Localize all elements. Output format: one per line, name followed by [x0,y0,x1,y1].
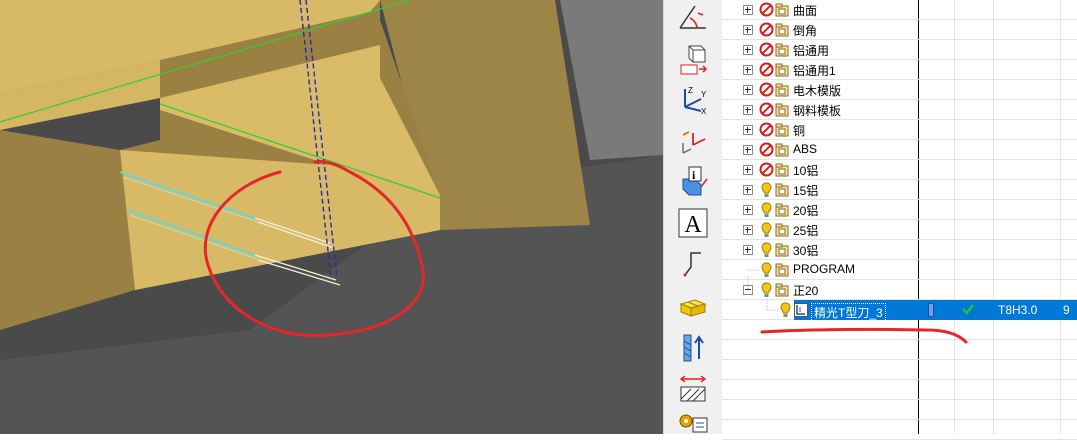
text-icon[interactable]: A [677,207,709,239]
svg-text:Z: Z [688,86,693,95]
polyline-icon[interactable] [677,247,709,279]
tool-direction-icon[interactable] [677,331,709,363]
svg-text:A: A [684,212,702,238]
entity-info-icon[interactable]: i [677,165,709,197]
vertical-toolbar: Z Y X i A [663,0,723,434]
empty-row [722,380,1077,400]
empty-row [722,400,1077,420]
empty-row [722,360,1077,380]
transform-coordinate-icon[interactable] [677,125,709,157]
warning-bulb-icon [778,302,793,317]
empty-row [722,420,1077,440]
tool-name: T8H3.0 [998,303,1038,317]
angle-dimension-icon[interactable] [677,3,709,35]
stock-boundary-icon[interactable] [677,373,709,405]
operation-tree-panel: 曲面 倒角 铝通用 铝通用1 电木模版 钢料模板铜 ABS 10铝 15铝 20铝 25铝 30铝 PR… [722,0,1077,440]
tool-icon [928,303,934,317]
settings-gears-icon[interactable] [677,412,709,444]
cad-3d-viewport[interactable] [0,0,663,434]
selected-operation-row[interactable]: 精光T型刀_3 T8H3.0 9 [722,300,1077,322]
blocks-icon[interactable] [677,292,709,324]
toolpath-icon [794,303,808,317]
svg-text:Y: Y [701,90,707,99]
annotation-underline [760,327,968,344]
xyz-coordinate-icon[interactable]: Z Y X [677,83,709,116]
svg-text:X: X [701,107,707,115]
box-view-icon[interactable] [677,43,709,75]
check-icon [960,301,976,317]
tool-number: 9 [1063,303,1070,317]
part-model-view [0,0,663,434]
